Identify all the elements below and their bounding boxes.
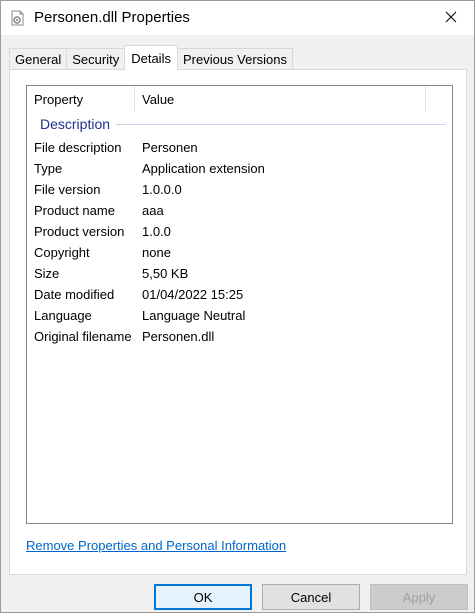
tab-general[interactable]: General	[9, 48, 68, 70]
column-header-value[interactable]: Value	[135, 86, 426, 112]
list-header: Property Value	[27, 86, 452, 112]
property-name: Date modified	[34, 287, 115, 302]
close-button[interactable]	[428, 1, 474, 35]
details-rows: File description Personen Type Application…	[27, 137, 452, 347]
property-value: 01/04/2022 15:25	[142, 287, 244, 302]
properties-dialog: Personen.dll Properties General Security…	[0, 0, 475, 613]
list-item[interactable]: Copyright none	[27, 242, 452, 263]
list-item[interactable]: Language Language Neutral	[27, 305, 452, 326]
remove-properties-link[interactable]: Remove Properties and Personal Informati…	[26, 538, 286, 553]
property-name: Original filename	[34, 329, 132, 344]
list-item[interactable]: File description Personen	[27, 137, 452, 158]
property-value: 5,50 KB	[142, 266, 189, 281]
tab-label: Security	[72, 52, 120, 67]
property-name: File description	[34, 140, 122, 155]
property-name: Product name	[34, 203, 115, 218]
property-name: Type	[34, 161, 63, 176]
column-header-property[interactable]: Property	[27, 86, 135, 112]
list-item[interactable]: Type Application extension	[27, 158, 452, 179]
list-item[interactable]: Product name aaa	[27, 200, 452, 221]
tab-previous-versions[interactable]: Previous Versions	[176, 48, 294, 70]
close-icon	[445, 11, 457, 26]
tab-strip: General Security Details Previous Versio…	[9, 45, 294, 70]
tab-label: Details	[131, 50, 171, 66]
group-label: Description	[40, 116, 111, 132]
property-value: none	[142, 245, 171, 260]
property-name: Size	[34, 266, 60, 281]
details-panel: Property Value Description File descript…	[9, 69, 467, 575]
property-value: 1.0.0	[142, 224, 171, 239]
property-name: Copyright	[34, 245, 90, 260]
ok-button[interactable]: OK	[154, 584, 252, 610]
tab-label: General	[15, 52, 62, 67]
property-value: Personen.dll	[142, 329, 215, 344]
dll-file-icon	[10, 10, 26, 26]
property-value: Application extension	[142, 161, 265, 176]
list-item[interactable]: Size 5,50 KB	[27, 263, 452, 284]
apply-button[interactable]: Apply	[370, 584, 468, 610]
list-item[interactable]: Original filename Personen.dll	[27, 326, 452, 347]
property-name: File version	[34, 182, 101, 197]
tab-label: Previous Versions	[182, 52, 288, 67]
list-item[interactable]: Date modified 01/04/2022 15:25	[27, 284, 452, 305]
group-header-description: Description	[40, 114, 446, 134]
group-divider	[116, 123, 446, 125]
list-item[interactable]: File version 1.0.0.0	[27, 179, 452, 200]
title-bar: Personen.dll Properties	[1, 1, 474, 35]
cancel-button[interactable]: Cancel	[262, 584, 360, 610]
property-value: Personen	[142, 140, 198, 155]
window-title: Personen.dll Properties	[34, 9, 190, 26]
property-value: Language Neutral	[142, 308, 246, 323]
list-item[interactable]: Product version 1.0.0	[27, 221, 452, 242]
property-value: 1.0.0.0	[142, 182, 182, 197]
tab-details[interactable]: Details	[124, 45, 178, 70]
property-name: Product version	[34, 224, 125, 239]
details-list[interactable]: Property Value Description File descript…	[26, 85, 453, 524]
tab-security[interactable]: Security	[66, 48, 126, 70]
property-name: Language	[34, 308, 92, 323]
property-value: aaa	[142, 203, 164, 218]
